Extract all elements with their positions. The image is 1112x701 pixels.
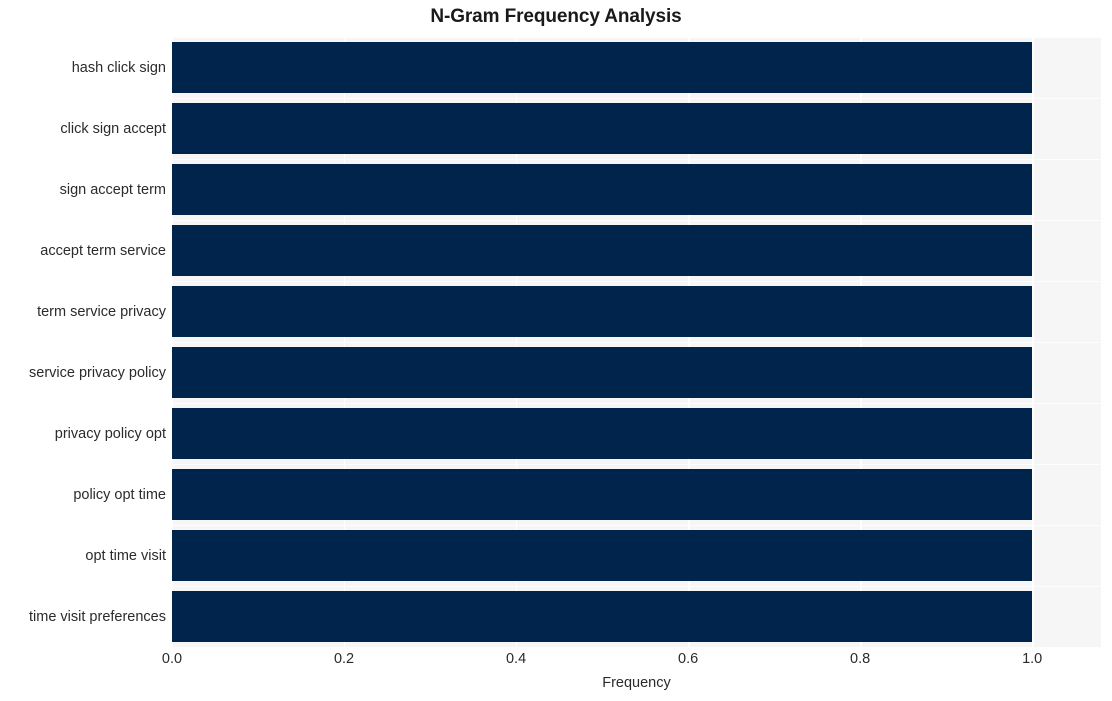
chart-title: N-Gram Frequency Analysis [430, 6, 682, 27]
bar[interactable] [172, 468, 1033, 521]
y-axis-tick-label: term service privacy [37, 303, 166, 320]
y-axis-tick-labels: hash click sign click sign accept sign acc… [0, 37, 166, 647]
plot-area [172, 37, 1101, 648]
bar[interactable] [172, 163, 1033, 216]
y-axis-tick-label: click sign accept [60, 120, 166, 137]
y-axis-tick-label: time visit preferences [29, 608, 166, 625]
gridline-horizontal [172, 647, 1101, 648]
y-axis-tick-label: privacy policy opt [54, 425, 166, 442]
y-axis-tick-label: accept term service [40, 242, 166, 259]
x-axis-tick-label: 0.4 [505, 651, 527, 667]
bar-series [172, 37, 1101, 647]
bar[interactable] [172, 41, 1033, 94]
x-axis-tick-label: 0.0 [161, 651, 183, 667]
y-axis-tick-label: hash click sign [71, 59, 166, 76]
bar[interactable] [172, 346, 1033, 399]
bar[interactable] [172, 407, 1033, 460]
y-axis-tick-label: policy opt time [73, 486, 166, 503]
bar[interactable] [172, 224, 1033, 277]
x-axis-label: Frequency [602, 675, 671, 691]
bar[interactable] [172, 590, 1033, 643]
x-axis-tick-label: 0.8 [850, 651, 871, 667]
bar[interactable] [172, 529, 1033, 582]
x-axis-tick-label: 0.6 [678, 651, 699, 667]
y-axis-tick-label: service privacy policy [29, 364, 166, 381]
bar[interactable] [172, 102, 1033, 155]
y-axis-tick-label: sign accept term [59, 181, 166, 198]
chart-figure: N-Gram Frequency Analysis hash click sig… [0, 0, 1112, 701]
y-axis-tick-label: opt time visit [85, 547, 166, 564]
x-axis-tick-label: 1.0 [1022, 651, 1043, 667]
x-axis-tick-labels: 0.0 0.2 0.4 0.6 0.8 1.0 [162, 651, 1101, 674]
x-axis-tick-label: 0.2 [333, 651, 355, 667]
bar[interactable] [172, 285, 1033, 338]
